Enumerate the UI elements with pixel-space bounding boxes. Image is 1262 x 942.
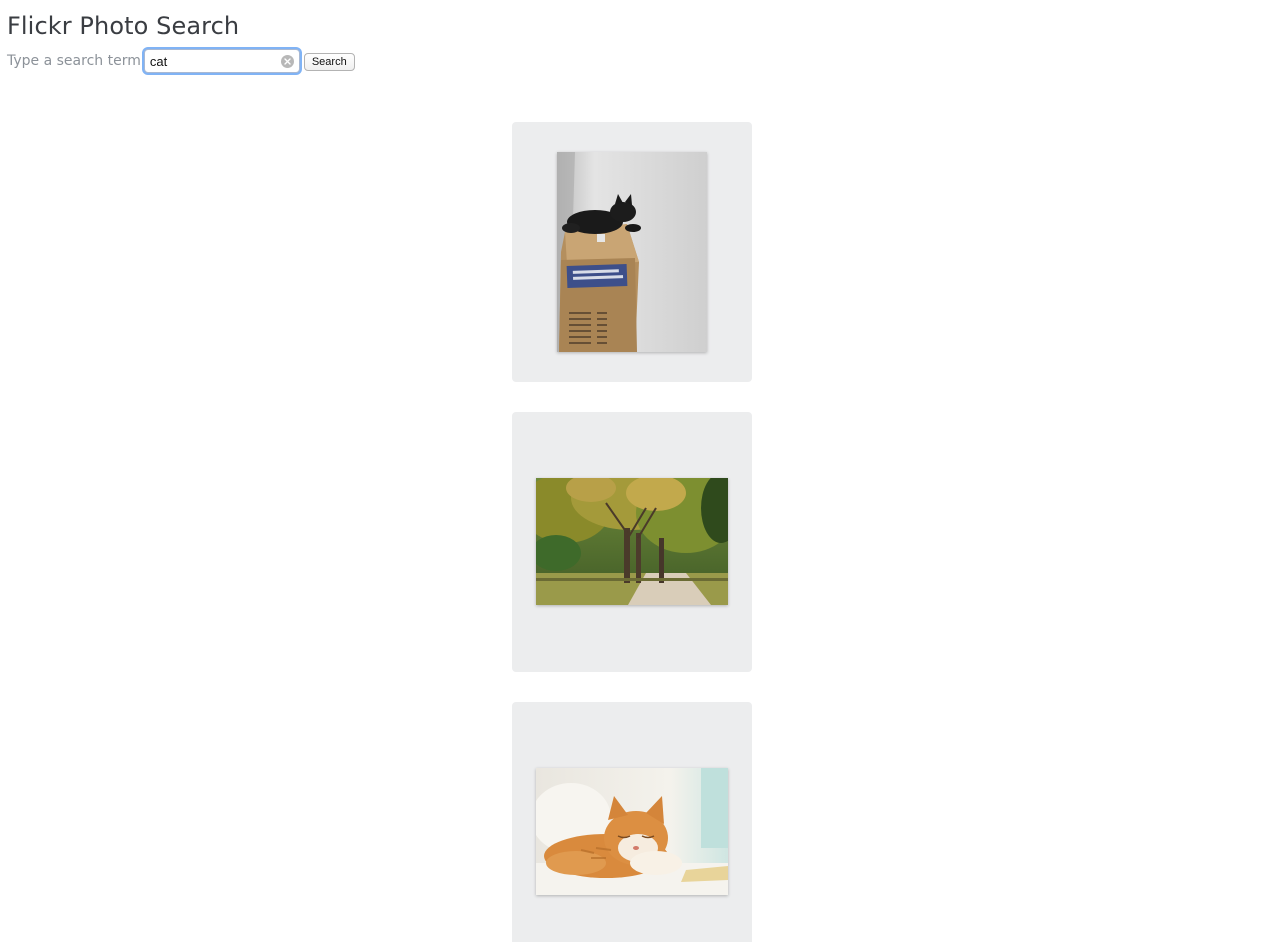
photo-card: [512, 702, 752, 942]
search-label: Type a search term: [7, 53, 141, 69]
search-button[interactable]: Search: [303, 53, 355, 71]
photo-thumbnail[interactable]: [536, 478, 728, 605]
search-input[interactable]: [144, 50, 280, 72]
photo-thumbnail[interactable]: [536, 768, 728, 895]
photo-thumbnail[interactable]: [557, 152, 707, 352]
photo-card: [512, 412, 752, 672]
photo-card: [512, 122, 752, 382]
page: Flickr Photo Search Type a search term S…: [0, 0, 1262, 942]
search-bar: Type a search term Search: [7, 49, 355, 73]
search-field[interactable]: [143, 49, 300, 73]
page-title: Flickr Photo Search: [7, 12, 240, 40]
clear-icon[interactable]: [280, 55, 294, 68]
